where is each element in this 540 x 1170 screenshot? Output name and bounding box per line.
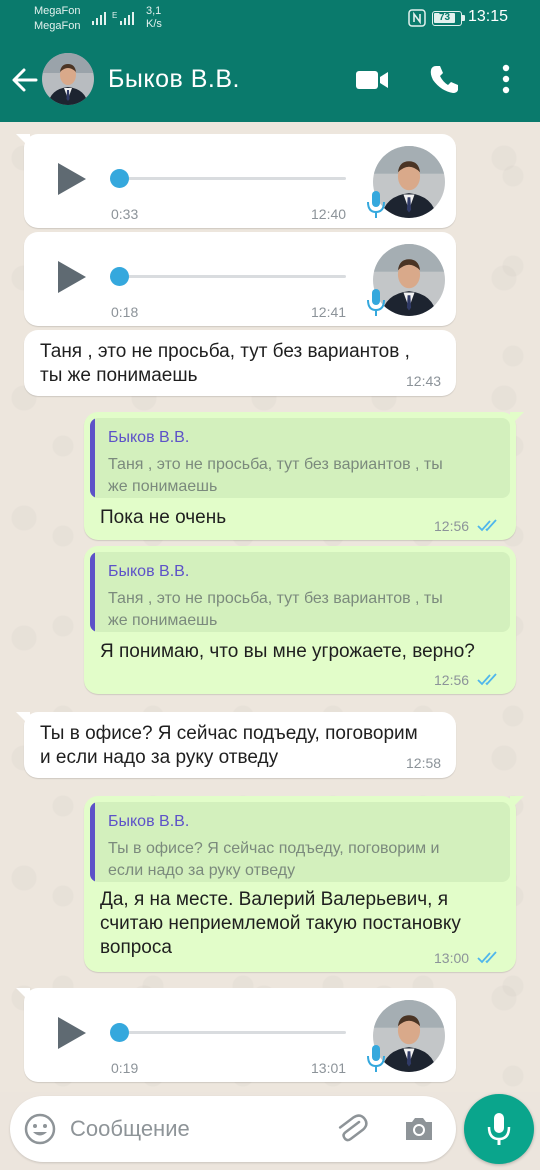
signal-icon: E [92,11,134,25]
quote-author: Быков В.В. [108,563,190,580]
voice-progress-knob[interactable] [110,1023,129,1042]
read-ticks-icon [477,519,497,532]
quote-author: Быков В.В. [108,813,190,830]
quote-line: Таня , это не просьба, тут без вариантов… [108,590,443,607]
carrier-names: MegaFon MegaFon [34,4,80,34]
battery-tip [462,15,465,21]
message-time: 12:56 [434,672,470,688]
message-line: Да, я на месте. Валерий Валерьевич, я [100,889,448,910]
reply-message: Быков В.В. Таня , это не просьба, тут бе… [84,412,524,540]
bubble-tail [510,796,524,810]
back-arrow-icon[interactable] [10,66,38,94]
contact-name[interactable]: Быков В.В. [108,65,240,94]
voice-message: 0:19 13:01 [16,988,456,1082]
reply-message: Быков В.В. Ты в офисе? Я сейчас подъеду,… [84,796,524,972]
chat-header: Быков В.В. [0,38,540,122]
voice-progress-knob[interactable] [110,169,129,188]
voice-duration: 0:33 [111,206,139,222]
carrier-2: MegaFon [34,20,81,32]
more-vert-icon[interactable] [496,62,516,96]
quote-text: Таня , это не просьба, тут без вариантов… [108,454,496,498]
message-time: 13:00 [434,950,470,966]
avatar-photo-icon [42,53,94,105]
mic-icon [487,1113,511,1145]
attach-icon[interactable] [334,1112,368,1146]
video-call-icon[interactable] [354,64,390,96]
message-text: Пока не очень [100,507,227,528]
quote-line: если надо за руку отведу [108,862,296,879]
message-text: Таня , это не просьба, тут без вариантов… [40,340,410,388]
quote-author: Быков В.В. [108,429,190,446]
reply-message: Быков В.В. Таня , это не просьба, тут бе… [84,546,516,694]
message-time: 12:41 [311,304,347,320]
quoted-message[interactable]: Быков В.В. Таня , это не просьба, тут бе… [90,552,510,632]
status-bar: MegaFon MegaFon E 3,1 K/s 73 13:15 [0,0,540,38]
nfc-icon [408,9,426,27]
bubble-tail [16,988,30,1002]
voice-progress-track[interactable] [120,275,346,278]
message-line: и если надо за руку отведу [40,747,279,768]
phone-icon[interactable] [428,62,460,96]
carrier-1: MegaFon [34,5,81,17]
text-message: Ты в офисе? Я сейчас подъеду, поговорим … [16,712,456,778]
quote-text: Таня , это не просьба, тут без вариантов… [108,588,496,632]
quote-line: Ты в офисе? Я сейчас подъеду, поговорим … [108,840,440,857]
message-text: Я понимаю, что вы мне угрожаете, верно? [100,641,475,662]
play-icon[interactable] [54,160,88,198]
voice-duration: 0:18 [111,304,139,320]
camera-icon[interactable] [402,1113,436,1145]
read-ticks-icon [477,951,497,964]
speed-value: 3,1 [146,5,162,17]
message-text: Да, я на месте. Валерий Валерьевич, я сч… [100,888,461,960]
voice-progress-knob[interactable] [110,267,129,286]
quoted-message[interactable]: Быков В.В. Ты в офисе? Я сейчас подъеду,… [90,802,510,882]
message-line: считаю неприемлемой такую постановку [100,913,461,934]
message-time: 12:43 [406,373,442,389]
play-icon[interactable] [54,258,88,296]
quote-line: же понимаешь [108,612,218,629]
voice-progress-track[interactable] [120,1031,346,1034]
voice-record-button[interactable] [464,1094,534,1164]
speed-unit: K/s [146,18,162,30]
message-text: Ты в офисе? Я сейчас подъеду, поговорим … [40,722,418,770]
battery-icon: 73 [432,11,465,26]
mic-icon [367,191,385,218]
bubble-tail [510,412,524,426]
quote-text: Ты в офисе? Я сейчас подъеду, поговорим … [108,838,496,882]
voice-message: 0:33 12:40 [16,134,456,228]
read-ticks-icon [477,673,497,686]
quote-accent-bar [90,418,95,498]
battery-level: 73 [434,13,455,23]
text-message: Таня , это не просьба, тут без вариантов… [24,330,456,396]
message-time: 12:56 [434,518,470,534]
message-time: 13:01 [311,1060,347,1076]
status-time: 13:15 [468,8,509,25]
network-speed: 3,1 K/s [146,5,162,31]
message-list[interactable]: 0:33 12:40 0:18 12:41 Таня , это не прос… [0,122,540,1092]
emoji-icon[interactable] [24,1113,56,1145]
message-line: Ты в офисе? Я сейчас подъеду, поговорим [40,723,418,744]
bubble-tail [16,712,30,726]
voice-progress-track[interactable] [120,177,346,180]
message-time: 12:58 [406,755,442,771]
message-time: 12:40 [311,206,347,222]
bubble-tail [16,134,30,148]
quote-line: Таня , это не просьба, тут без вариантов… [108,456,443,473]
message-line: вопроса [100,937,172,958]
quote-line: же понимаешь [108,478,218,495]
contact-avatar[interactable] [42,53,94,105]
message-input[interactable] [70,1114,330,1144]
mic-icon [367,1045,385,1072]
voice-message: 0:18 12:41 [24,232,456,326]
message-line: Таня , это не просьба, тут без вариантов… [40,341,410,362]
voice-duration: 0:19 [111,1060,139,1076]
message-line: ты же понимаешь [40,365,198,386]
mic-icon [367,289,385,316]
quote-accent-bar [90,552,95,632]
svg-text:E: E [112,11,117,20]
quoted-message[interactable]: Быков В.В. Таня , это не просьба, тут бе… [90,418,510,498]
play-icon[interactable] [54,1014,88,1052]
message-composer [10,1096,456,1162]
quote-accent-bar [90,802,95,882]
